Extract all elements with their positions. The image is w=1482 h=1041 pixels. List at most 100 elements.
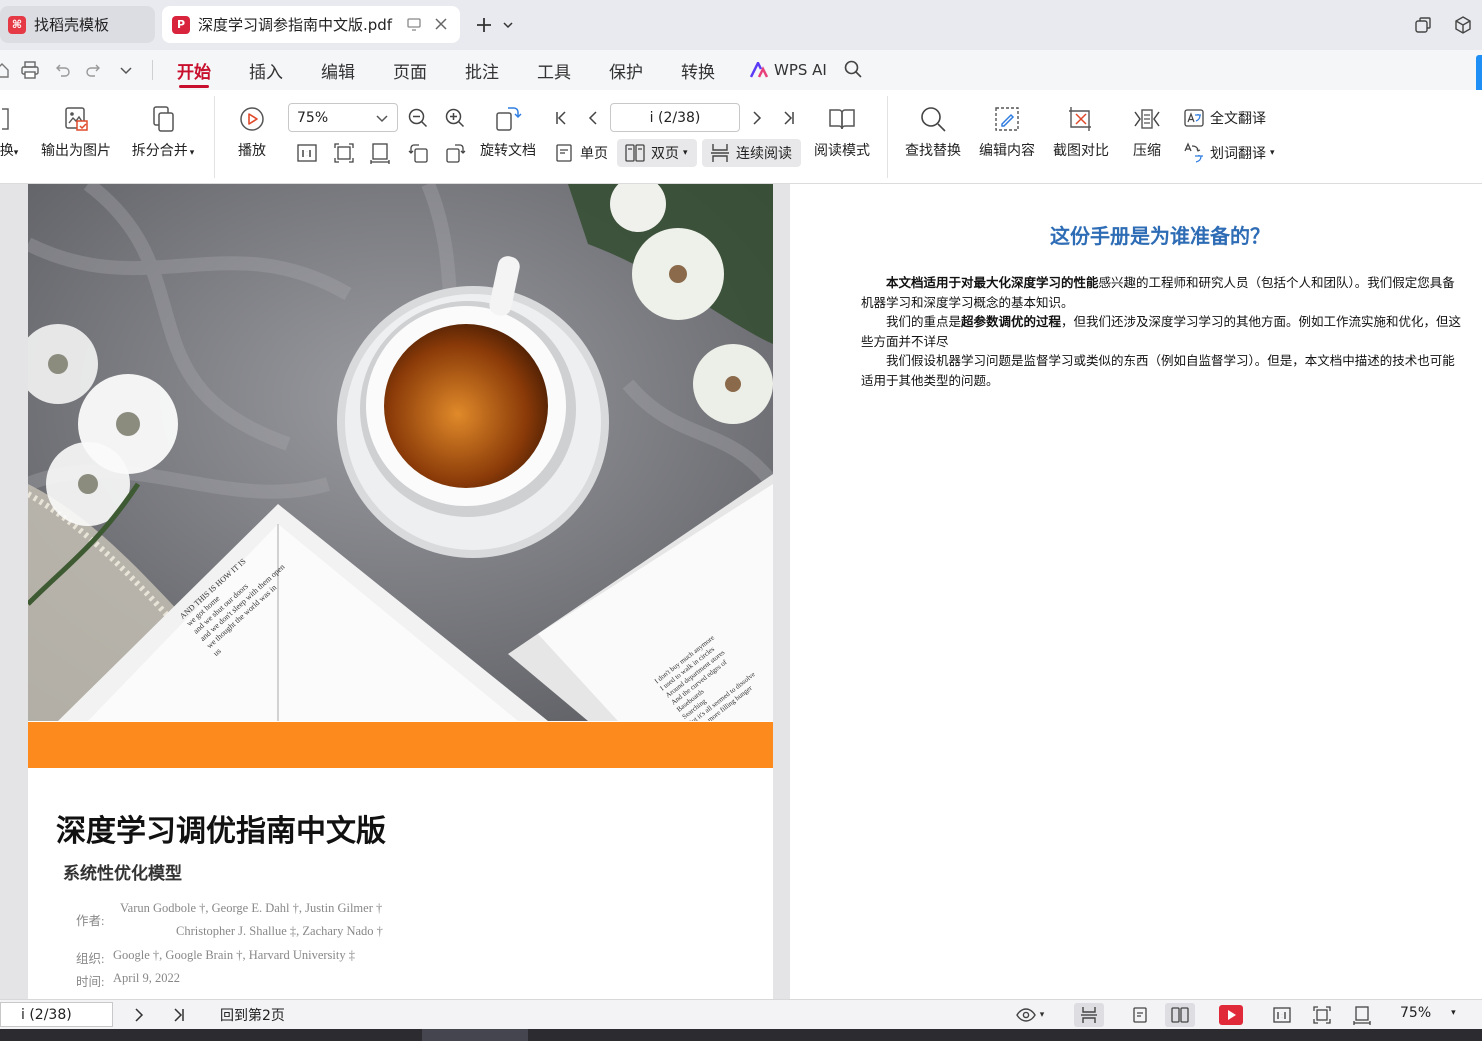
cube-icon[interactable] [1450,12,1476,38]
close-tab-icon[interactable] [432,15,450,33]
dropdown-caret-icon: ▾ [683,148,688,158]
rotate-right-icon [443,141,467,165]
first-page-button[interactable] [549,105,577,131]
undo-icon[interactable] [50,58,74,82]
new-tab-button[interactable] [472,12,496,38]
window-restore-icon[interactable] [1410,12,1436,38]
authors-label: 作者: [76,914,105,928]
tab-list-chevron-icon[interactable] [500,14,516,36]
status-single-page-button[interactable] [1127,1003,1153,1027]
docer-logo-icon: ⌘ [8,15,26,34]
split-merge-icon [148,102,178,136]
next-page-button[interactable] [745,105,773,131]
status-last-page-button[interactable] [166,1003,192,1027]
single-page-button[interactable]: 单页 [552,140,608,166]
taskbar-active-indicator [422,1029,528,1041]
status-page-input[interactable]: i (2/38) [0,1002,113,1027]
eye-protection-button[interactable]: ▾ [1010,1003,1050,1027]
play-button[interactable]: 播放 [232,102,272,161]
wps-ai-label: WPS AI [774,61,827,79]
export-image-button[interactable]: 输出为图片 [38,102,114,161]
find-replace-button[interactable]: 查找替换 [901,102,965,161]
page-number-input[interactable]: i (2/38) [610,103,740,132]
paragraph-focus-bold: 超参数调优的过程 [961,315,1062,329]
full-translate-button[interactable]: 全文翻译 [1182,105,1266,131]
monitor-icon[interactable] [406,16,422,32]
redo-icon[interactable] [82,58,106,82]
translate-icon [1182,106,1206,130]
rotate-right-button[interactable] [443,140,471,166]
section-heading: 这份手册是为谁准备的？ [1050,224,1270,248]
status-actual-size-button[interactable] [1269,1003,1295,1027]
quick-access-chevron-icon[interactable] [114,58,138,82]
paragraph-assumption: 我们假设机器学习问题是监督学习或类似的东西（例如自监督学习）。但是，本文档中描述… [861,354,1455,388]
play-label: 播放 [238,143,266,159]
date-value: April 9, 2022 [113,971,181,985]
double-page-icon [1171,1007,1189,1023]
status-zoom-select[interactable]: 75% ▾ [1400,1005,1476,1021]
fit-page-button[interactable] [332,140,360,166]
status-zoom-value: 75% [1400,1005,1432,1021]
last-page-icon [777,106,801,130]
zoom-out-button[interactable] [406,105,434,131]
full-translate-label: 全文翻译 [1210,111,1266,127]
tab-label: 深度学习调参指南中文版.pdf [198,16,393,34]
menu-tools[interactable]: 工具 [537,56,571,84]
document-viewport[interactable]: AND THIS IS HOW IT IS we got home and we… [0,184,1482,999]
home-icon[interactable] [0,58,14,82]
tab-docer-templates[interactable]: ⌘ 找稻壳模板 [0,6,155,43]
rotate-left-button[interactable] [407,140,435,166]
search-icon[interactable] [840,56,866,82]
fit-page-icon [1313,1006,1331,1024]
convert-button[interactable]: 换▾ [0,102,26,161]
word-translate-button[interactable]: 划词翻译 ▾ [1182,140,1275,166]
status-fit-page-button[interactable] [1309,1003,1335,1027]
menu-page[interactable]: 页面 [393,56,427,84]
continuous-reading-button[interactable]: 连续阅读 [702,139,801,167]
chevron-down-icon [375,111,389,125]
reading-mode-button[interactable]: 阅读模式 [810,102,874,161]
rotate-document-icon [493,102,523,136]
rotate-document-button[interactable]: 旋转文档 [478,102,538,161]
menu-annotate[interactable]: 批注 [465,56,499,84]
authors-line-2: Christopher J. Shallue ‡, Zachary Nado † [176,924,383,938]
menu-edit[interactable]: 编辑 [321,56,355,84]
export-image-label: 输出为图片 [41,143,111,159]
fit-width-icon [1353,1006,1371,1025]
dropdown-caret-icon: ▾ [13,148,19,158]
split-merge-button[interactable]: 拆分合并 ▾ [126,102,200,161]
actual-size-button[interactable] [295,140,323,166]
last-page-button[interactable] [777,105,805,131]
status-double-page-button[interactable] [1165,1003,1195,1027]
menu-convert[interactable]: 转换 [681,56,715,84]
back-to-page-link[interactable]: 回到第2页 [220,1005,285,1025]
screenshot-compare-button[interactable]: 截图对比 [1049,102,1113,161]
ribbon-toolbar: 换▾ 输出为图片 拆分合并 ▾ 播放 75% 旋转文档 i (2/38) 单页 … [0,90,1482,184]
zoom-select[interactable]: 75% [288,103,398,132]
print-icon[interactable] [18,58,42,82]
menu-insert[interactable]: 插入 [249,56,283,84]
status-play-button[interactable] [1218,1003,1244,1027]
zoom-value: 75% [297,109,329,126]
fit-width-button[interactable] [368,140,396,166]
compress-icon [1131,102,1163,136]
tab-pdf-document[interactable]: P 深度学习调参指南中文版.pdf [162,6,460,43]
edit-content-button[interactable]: 编辑内容 [975,102,1039,161]
prev-page-button[interactable] [581,105,609,131]
rotate-left-icon [407,141,431,165]
status-page-value: i (2/38) [21,1006,72,1023]
menu-home[interactable]: 开始 [177,56,211,88]
pdf-page-intro: 这份手册是为谁准备的？ 本文档适用于对最大化深度学习的性能感兴趣的工程师和研究人… [790,184,1482,999]
chevron-right-icon [135,1008,144,1022]
menu-protect[interactable]: 保护 [609,56,643,84]
cover-photo-illustration [28,184,773,721]
rotate-document-label: 旋转文档 [480,143,536,159]
double-page-button[interactable]: 双页 ▾ [617,139,697,167]
compress-button[interactable]: 压缩 [1126,102,1168,161]
word-translate-label: 划词翻译 [1210,146,1266,162]
menu-wps-ai[interactable]: WPS AI [750,56,827,84]
status-fit-width-button[interactable] [1349,1003,1375,1027]
status-next-page-button[interactable] [126,1003,152,1027]
zoom-in-button[interactable] [443,105,471,131]
status-continuous-button[interactable] [1074,1003,1104,1027]
